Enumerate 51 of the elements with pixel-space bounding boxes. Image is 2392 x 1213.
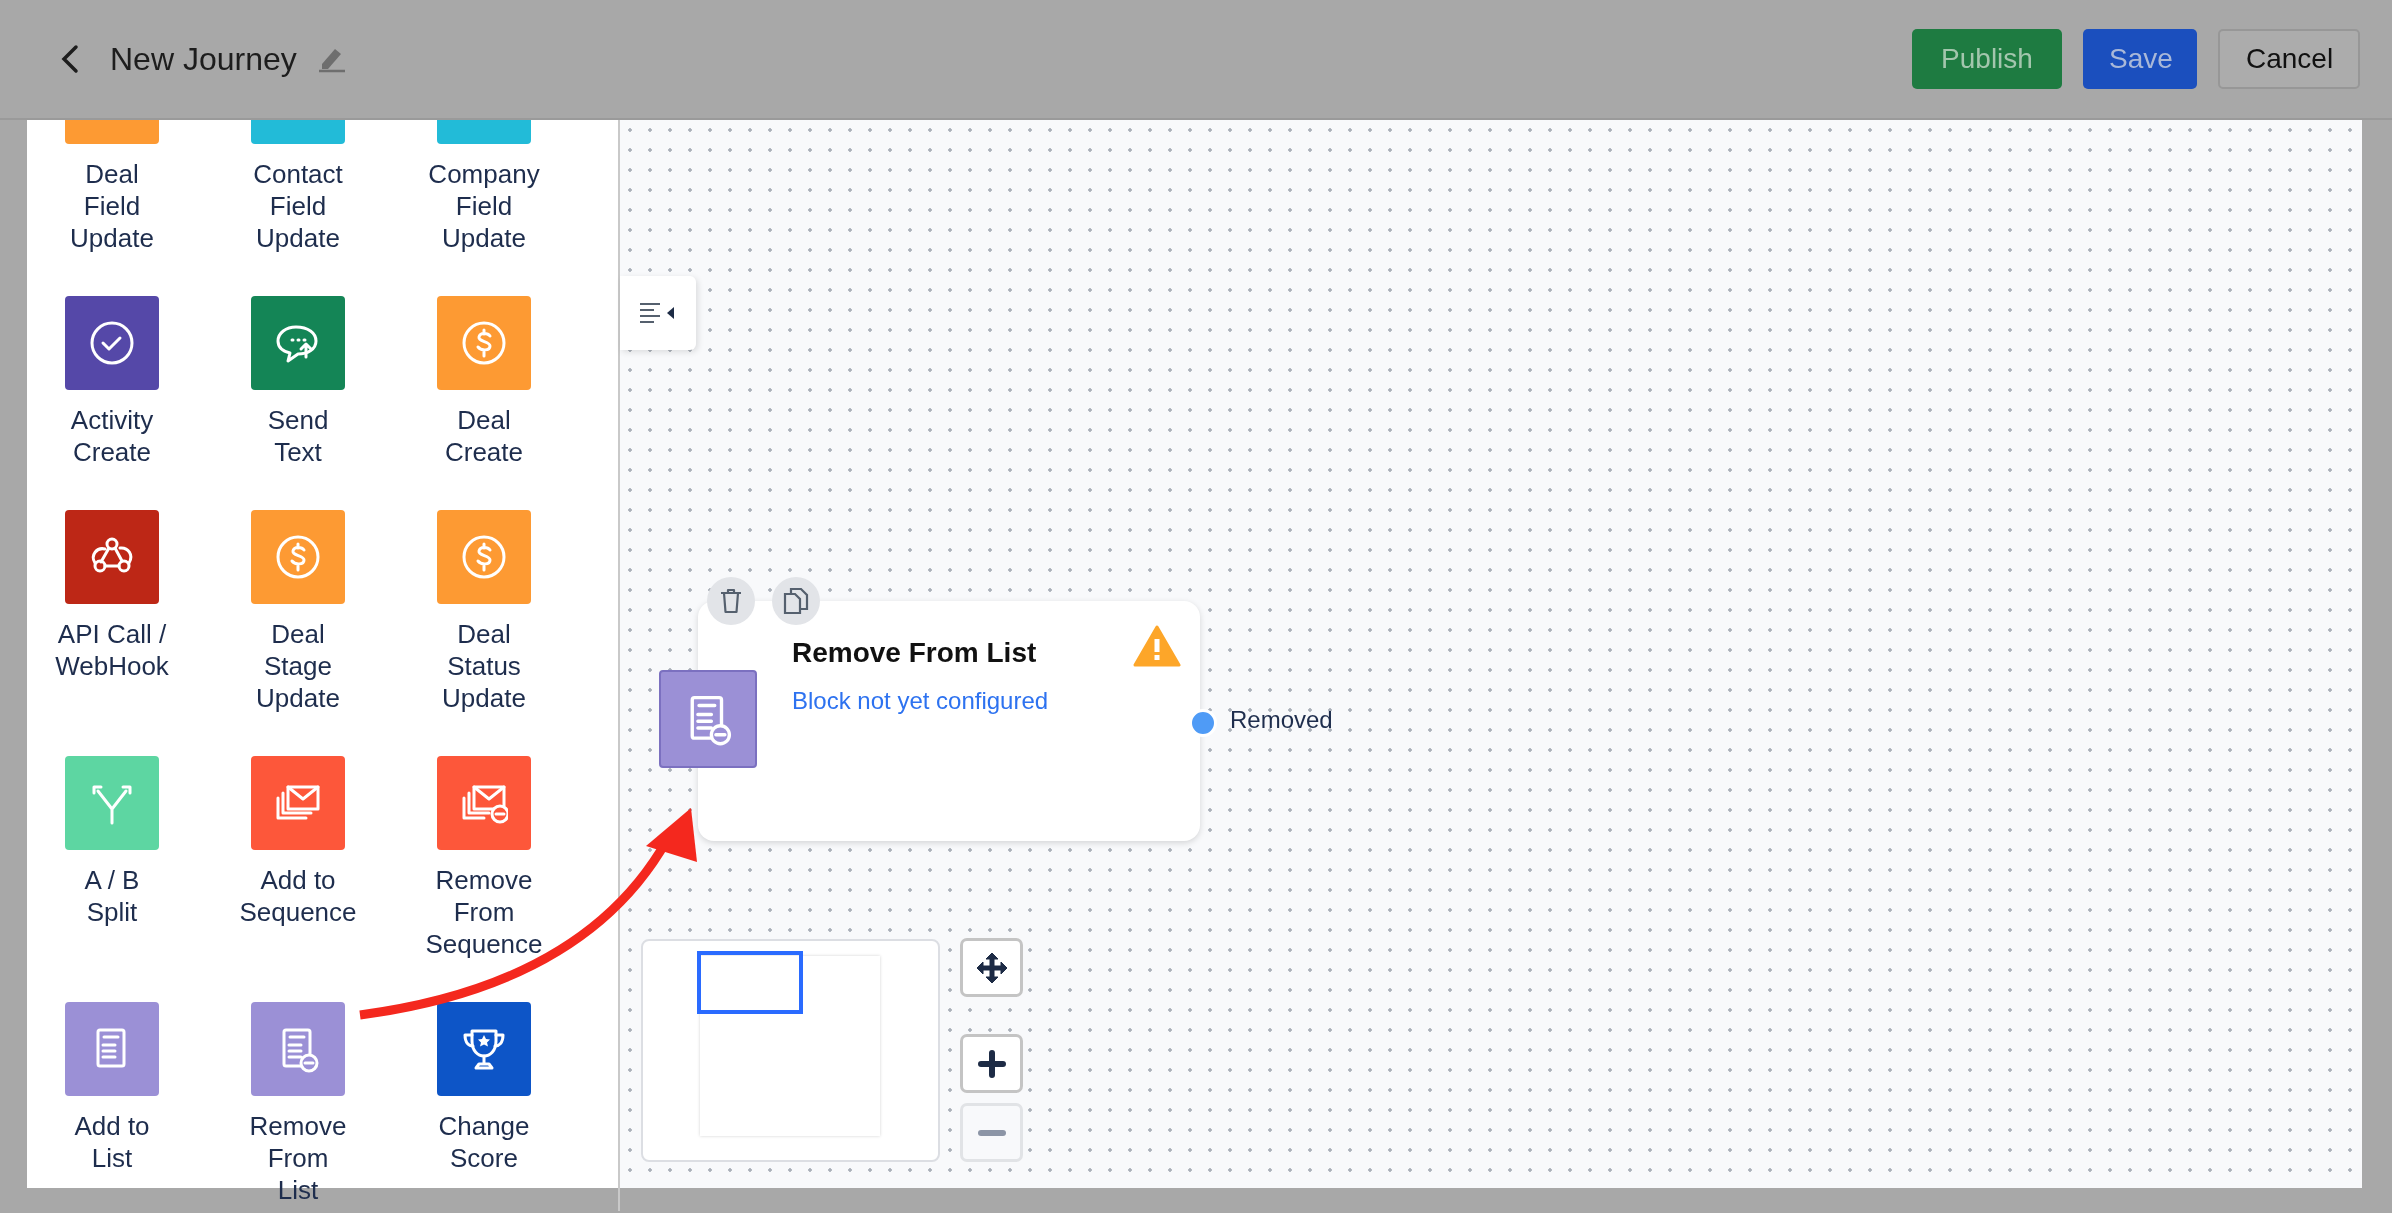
- block-tile[interactable]: [251, 756, 345, 850]
- block-tile[interactable]: [251, 1002, 345, 1096]
- block-label: Change Score: [438, 1110, 530, 1174]
- panel-toggle-button[interactable]: [620, 276, 696, 350]
- plus-icon: [977, 1049, 1006, 1078]
- minimap-viewport[interactable]: [697, 951, 803, 1014]
- block-label: Deal Stage Update: [256, 618, 340, 714]
- block-label: Add to List: [74, 1110, 150, 1174]
- block-label: Deal Status Update: [442, 618, 526, 714]
- move-arrows-icon: [974, 950, 1009, 985]
- block-label: Send Text: [267, 404, 329, 468]
- block-tile[interactable]: [65, 296, 159, 390]
- save-button[interactable]: Save: [2083, 29, 2197, 89]
- trash-icon: [719, 587, 743, 615]
- canvas[interactable]: Remove From List Block not yet configured Removed: [620, 120, 2362, 1188]
- block-label: Deal Create: [444, 404, 523, 468]
- move-button[interactable]: [960, 938, 1023, 997]
- block-tile[interactable]: [65, 1002, 159, 1096]
- block-label: A / B Split: [84, 864, 140, 928]
- zoom-in-button[interactable]: [960, 1034, 1023, 1093]
- block-label: Contact Field Update: [253, 158, 343, 254]
- block-label: Add to Sequence: [239, 864, 357, 928]
- output-port[interactable]: [1189, 709, 1217, 737]
- block-tile[interactable]: [65, 756, 159, 850]
- block-tile[interactable]: [437, 510, 531, 604]
- block-label: Remove From Sequence: [425, 864, 543, 960]
- block-tile[interactable]: [65, 510, 159, 604]
- block-label: API Call / WebHook: [55, 618, 169, 682]
- trash-button[interactable]: [707, 577, 755, 625]
- block-tile[interactable]: [659, 670, 757, 768]
- copy-icon: [783, 587, 809, 615]
- node-status: Block not yet configured: [792, 687, 1049, 715]
- block-label: Deal Field Update: [70, 158, 154, 254]
- check-circle-icon: [88, 319, 136, 367]
- minus-icon: [977, 1129, 1006, 1136]
- output-label: Removed: [1230, 706, 1333, 734]
- node-card[interactable]: Remove From List Block not yet configured: [698, 601, 1200, 841]
- block-tile[interactable]: [437, 756, 531, 850]
- block-label: Activity Create: [70, 404, 154, 468]
- dollar-icon: [274, 533, 322, 581]
- block-tile[interactable]: [437, 1002, 531, 1096]
- block-label: Company Field Update: [428, 158, 540, 254]
- block-tile[interactable]: [437, 296, 531, 390]
- copy-button[interactable]: [772, 577, 820, 625]
- block-tile[interactable]: [251, 510, 345, 604]
- dollar-icon: [460, 533, 508, 581]
- cancel-button[interactable]: Cancel: [2218, 29, 2360, 89]
- block-tile[interactable]: [251, 296, 345, 390]
- page-title: New Journey: [110, 40, 297, 78]
- node-title: Remove From List: [792, 637, 1037, 669]
- dollar-icon: [460, 319, 508, 367]
